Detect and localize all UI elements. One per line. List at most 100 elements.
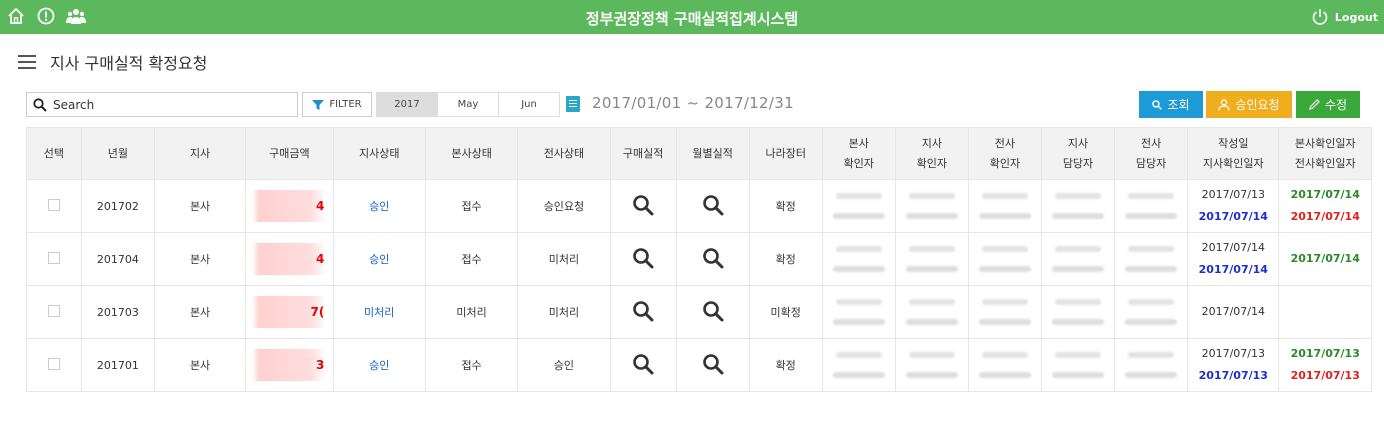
confirm-date-cell: 2017/07/14 2017/07/14 — [1278, 179, 1372, 233]
blurred-person-cell — [967, 232, 1042, 286]
period-jun-button[interactable]: Jun — [498, 92, 560, 117]
menu-icon[interactable] — [18, 55, 36, 69]
column-header-label: 구매실적 — [622, 146, 664, 160]
purchase-amount: 7( — [252, 296, 327, 328]
monthly-detail-icon[interactable] — [702, 247, 724, 269]
purchase-detail-icon[interactable] — [632, 300, 654, 322]
column-header-label: 선택 — [43, 146, 65, 160]
hq-status-cell: 접수 — [424, 338, 519, 392]
filter-button[interactable]: FILTER — [302, 92, 372, 117]
blurred-name — [1042, 352, 1114, 378]
purchase-detail-icon[interactable] — [632, 247, 654, 269]
monthly-detail-cell — [675, 179, 750, 233]
table-row[interactable]: 201703 본사 7(미처리 미처리 미처리 미확정 2017/07/14 — [26, 285, 1372, 339]
blurred-person-cell — [1040, 232, 1116, 286]
column-header: 나라장터 — [748, 127, 823, 180]
blurred-person-cell — [894, 232, 969, 286]
filter-icon — [312, 99, 325, 110]
branch-status-cell[interactable]: 승인 — [332, 179, 426, 233]
select-cell — [26, 285, 82, 339]
row-checkbox[interactable] — [47, 251, 60, 264]
corp-status: 승인 — [553, 359, 575, 372]
table-row[interactable]: 201702 본사 4 승인 접수 승인요청 확정 2017/07/13 2017/07/14 2… — [26, 179, 1372, 233]
blurred-person-cell — [821, 338, 896, 392]
row-checkbox[interactable] — [47, 304, 60, 317]
written-date-cell: 2017/07/13 2017/07/14 — [1187, 179, 1280, 233]
purchase-detail-icon[interactable] — [632, 194, 654, 216]
purchase-detail-cell — [609, 232, 677, 286]
blurred-name — [1115, 193, 1187, 219]
market-cell: 미확정 — [748, 285, 823, 339]
branch-status-cell[interactable]: 승인 — [332, 232, 426, 286]
purchase-detail-cell — [609, 179, 677, 233]
hq-status: 미처리 — [456, 306, 487, 319]
market-status: 확정 — [775, 253, 796, 266]
column-header-label: 지사 — [189, 146, 211, 160]
blurred-person-cell — [894, 179, 969, 233]
column-header-label: 지사상태 — [358, 146, 400, 160]
monthly-detail-icon[interactable] — [702, 194, 724, 216]
market-cell: 확정 — [748, 338, 823, 392]
written-date-cell: 2017/07/14 — [1187, 285, 1280, 339]
row-checkbox[interactable] — [47, 357, 60, 370]
column-header-label: 전사확인일자 — [1294, 156, 1356, 170]
top-bar: 정부권장정책 구매실적집계시스템 Logout — [0, 0, 1384, 34]
row-checkbox[interactable] — [47, 198, 60, 211]
year-month-cell: 201702 — [80, 179, 155, 233]
hq-status-cell: 미처리 — [424, 285, 519, 339]
written-date: 2017/07/14 — [1201, 241, 1265, 254]
blurred-person-cell — [967, 179, 1042, 233]
column-header-label: 지사 — [1067, 136, 1089, 150]
branch-status-cell[interactable]: 미처리 — [332, 285, 426, 339]
column-header-label: 지사 — [921, 136, 942, 150]
column-header: 본사확인일자전사확인일자 — [1278, 127, 1372, 180]
table-row[interactable]: 201704 본사 4 승인 접수 미처리 확정 2017/07/14 2017/07/14 20… — [26, 232, 1372, 286]
column-header: 전사담당자 — [1114, 127, 1189, 180]
column-header-label: 나라장터 — [765, 146, 806, 160]
app-title: 정부권장정책 구매실적집계시스템 — [585, 10, 799, 28]
column-header-label: 본사확인일자 — [1294, 136, 1356, 150]
branch-status-cell[interactable]: 승인 — [332, 338, 426, 392]
purchase-table: 선택 년월 지사 구매금액 지사상태 본사상태 전사상태 구매실적 월별실적 나라장터 본사 확인자 지… — [26, 127, 1372, 392]
amount-cell: 7( — [245, 285, 334, 339]
hq-confirm-date: 2017/07/14 — [1290, 188, 1360, 201]
logout-button[interactable]: Logout — [1311, 8, 1378, 26]
blurred-name — [896, 352, 968, 378]
blurred-person-cell — [821, 232, 896, 286]
market-cell: 확정 — [748, 179, 823, 233]
purchase-detail-icon[interactable] — [632, 353, 654, 375]
blurred-person-cell — [1114, 338, 1189, 392]
corp-status: 미처리 — [548, 306, 580, 319]
blurred-name — [1042, 193, 1114, 219]
written-date: 2017/07/14 — [1201, 305, 1265, 318]
blurred-name — [823, 299, 895, 325]
monthly-detail-icon[interactable] — [702, 353, 724, 375]
column-header-label: 월별실적 — [692, 146, 733, 160]
calendar-icon[interactable] — [566, 96, 580, 112]
search-box[interactable] — [26, 92, 298, 117]
blurred-person-cell — [1114, 179, 1189, 233]
branch-cell: 본사 — [153, 179, 247, 233]
monthly-detail-icon[interactable] — [702, 300, 724, 322]
filter-label: FILTER — [329, 99, 362, 110]
column-header-label: 담당자 — [1135, 156, 1167, 170]
period-year-button[interactable]: 2017 — [376, 92, 438, 117]
search-button[interactable]: 조회 — [1139, 91, 1203, 118]
approve-request-button[interactable]: 승인요청 — [1206, 91, 1292, 118]
column-header-label: 전사상태 — [543, 146, 585, 160]
column-header-label: 지사확인일자 — [1202, 156, 1264, 170]
table-row[interactable]: 201701 본사 3 승인 접수 승인 확정 2017/07/13 2017/07/13 201… — [26, 338, 1372, 392]
edit-button[interactable]: 수정 — [1296, 91, 1360, 118]
branch-cell: 본사 — [153, 285, 247, 339]
branch-status: 승인 — [369, 253, 390, 266]
column-header-label: 년월 — [107, 146, 128, 160]
corp-status: 승인요청 — [543, 200, 585, 213]
blurred-name — [823, 246, 895, 272]
column-header-label: 본사 — [848, 136, 869, 150]
column-header-label: 전사 — [994, 136, 1016, 150]
column-header-label: 전사 — [1140, 136, 1162, 150]
search-input[interactable] — [53, 97, 283, 112]
period-may-button[interactable]: May — [437, 92, 499, 117]
year-month-cell: 201704 — [80, 232, 155, 286]
page-title: 지사 구매실적 확정요청 — [50, 54, 208, 73]
